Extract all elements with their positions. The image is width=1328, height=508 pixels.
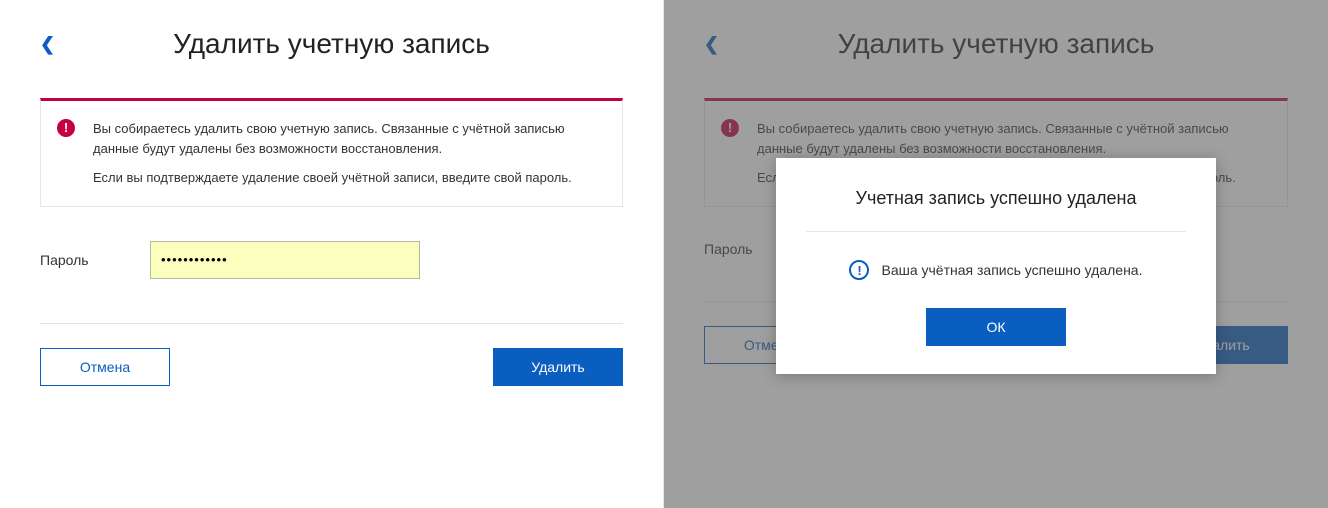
password-row: Пароль xyxy=(40,241,623,279)
modal-message: Ваша учётная запись успешно удалена. xyxy=(881,262,1142,278)
exclamation-icon: ! xyxy=(57,119,75,137)
divider xyxy=(40,323,623,324)
button-row: Отмена Удалить xyxy=(40,348,623,386)
password-label: Пароль xyxy=(40,252,150,268)
warning-text-1: Вы собираетесь удалить свою учетную запи… xyxy=(93,119,602,158)
panel-header: ❮ Удалить учетную запись xyxy=(40,28,623,60)
delete-account-panel: ❮ Удалить учетную запись ! Вы собираетес… xyxy=(0,0,664,508)
cancel-button[interactable]: Отмена xyxy=(40,348,170,386)
modal-divider xyxy=(806,231,1186,232)
modal-body: ! Ваша учётная запись успешно удалена. xyxy=(806,260,1186,280)
ok-button[interactable]: ОК xyxy=(926,308,1066,346)
back-arrow-icon[interactable]: ❮ xyxy=(40,34,64,55)
page-title: Удалить учетную запись xyxy=(64,28,599,60)
delete-button[interactable]: Удалить xyxy=(493,348,623,386)
warning-text-2: Если вы подтверждаете удаление своей учё… xyxy=(93,168,602,188)
modal-title: Учетная запись успешно удалена xyxy=(806,188,1186,209)
password-input[interactable] xyxy=(150,241,420,279)
info-icon: ! xyxy=(849,260,869,280)
warning-box: ! Вы собираетесь удалить свою учетную за… xyxy=(40,98,623,207)
success-modal: Учетная запись успешно удалена ! Ваша уч… xyxy=(776,158,1216,374)
delete-account-panel-overlayed: ❮ Удалить учетную запись ! Вы собираетес… xyxy=(664,0,1328,508)
